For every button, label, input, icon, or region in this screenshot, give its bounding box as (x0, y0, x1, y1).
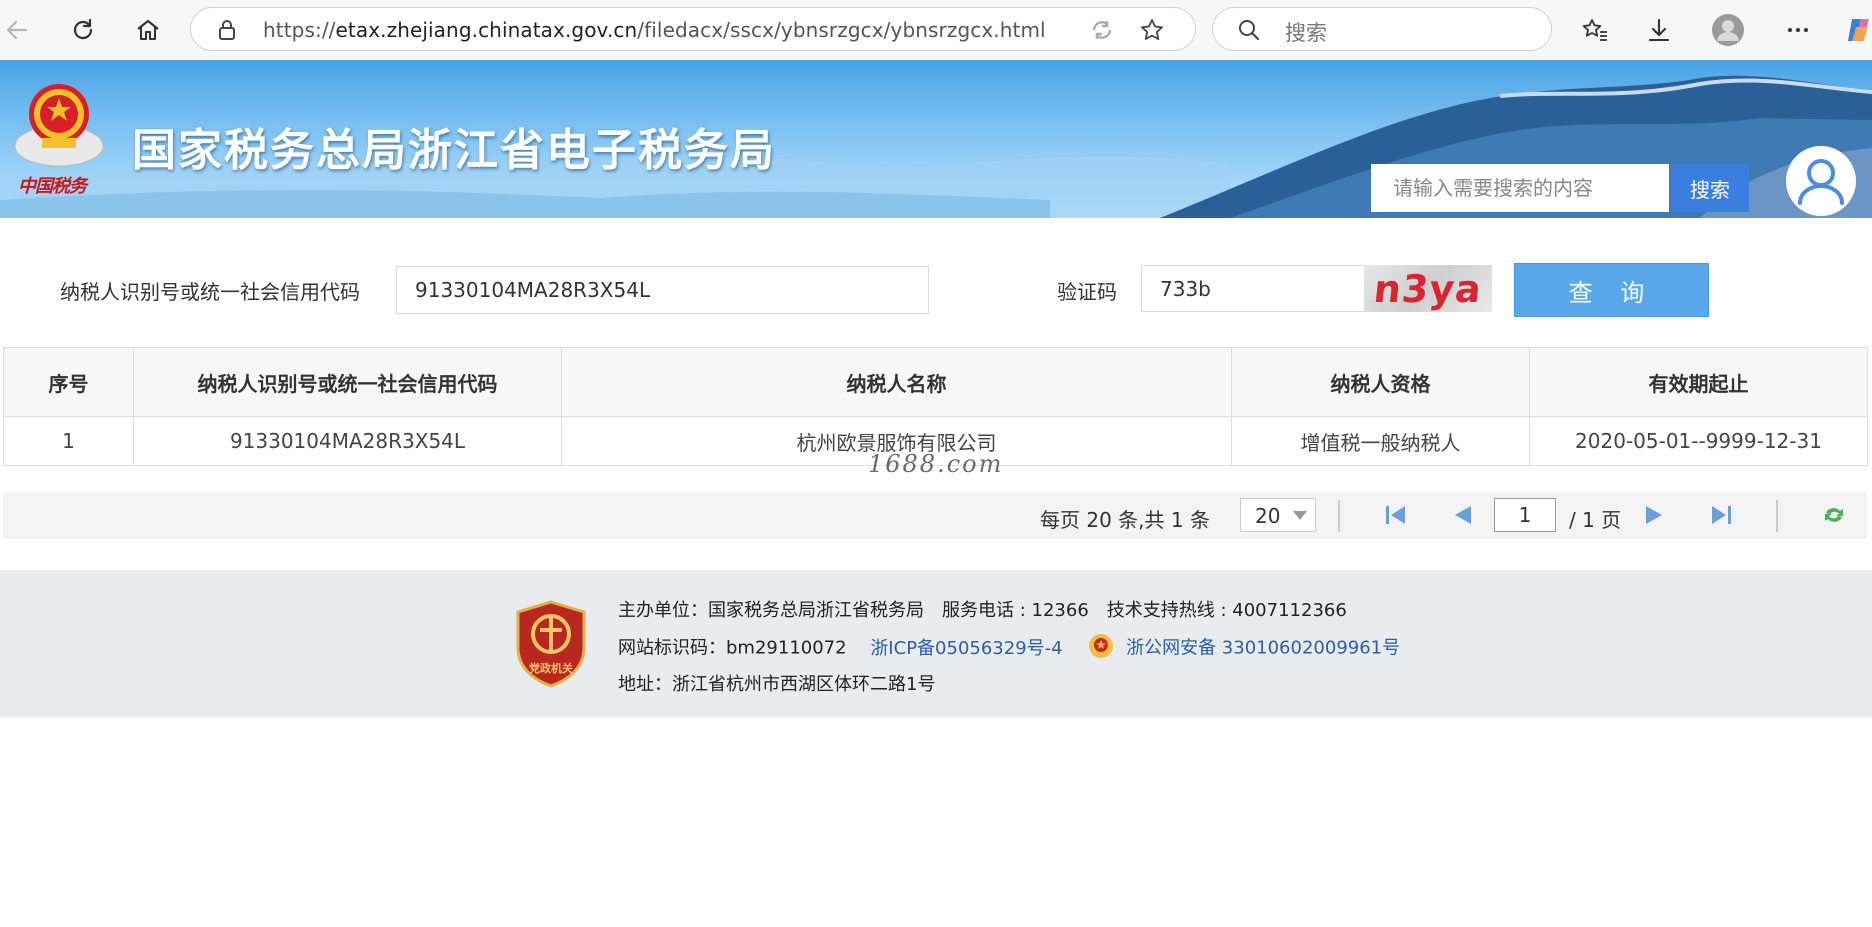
site-footer: 党政机关 主办单位：国家税务总局浙江省税务局 服务电话 : 12366 技术支持… (0, 570, 1872, 717)
pagination-bar: 每页 20 条,共 1 条 20 1 / 1 页 (3, 492, 1867, 539)
site-search-button[interactable]: 搜索 (1671, 164, 1749, 212)
last-page-icon[interactable] (1706, 501, 1736, 529)
page-info-text: 每页 20 条,共 1 条 (1040, 508, 1210, 532)
police-record-link[interactable]: 浙公网安备 33010602009961号 (1126, 638, 1400, 659)
lock-icon[interactable] (217, 19, 237, 45)
taxpayer-code-input[interactable] (396, 266, 929, 314)
site-header-banner: 中国税务 国家税务总局浙江省电子税务局 搜索 登录 (0, 60, 1872, 218)
browser-search-box[interactable]: 搜索 (1212, 7, 1552, 51)
captcha-input[interactable] (1141, 265, 1365, 312)
captcha-image-text: n3ya (1371, 266, 1485, 311)
favorites-icon[interactable] (1578, 13, 1612, 47)
site-title: 国家税务总局浙江省电子税务局 (132, 125, 776, 176)
query-button[interactable]: 查 询 (1514, 263, 1709, 317)
more-options-icon[interactable] (1781, 13, 1815, 47)
results-table: 序号 纳税人识别号或统一社会信用代码 纳税人名称 纳税人资格 有效期起止 1 9… (3, 347, 1868, 466)
browser-toolbar: https://etax.zhejiang.chinatax.gov.cn/fi… (0, 0, 1872, 61)
column-header-qualification: 纳税人资格 (1231, 347, 1530, 417)
police-badge-icon (1088, 633, 1114, 664)
cell-index: 1 (3, 416, 134, 466)
page-size-value: 20 (1255, 504, 1281, 528)
footer-address-line: 地址：浙江省杭州市西湖区体环二路1号 (618, 674, 936, 695)
previous-page-icon[interactable] (1447, 501, 1477, 529)
icp-link[interactable]: 浙ICP备05056329号-4 (870, 638, 1062, 659)
first-page-icon[interactable] (1381, 501, 1411, 529)
url-text[interactable]: https://etax.zhejiang.chinatax.gov.cn/fi… (263, 18, 1046, 42)
brand-script-logo: 中国税务 (18, 176, 87, 197)
next-page-icon[interactable] (1640, 501, 1670, 529)
footer-sponsor-line: 主办单位：国家税务总局浙江省税务局 服务电话 : 12366 技术支持热线 : … (618, 600, 1347, 621)
total-pages-text: / 1 页 (1569, 508, 1622, 532)
national-emblem-icon (14, 84, 104, 167)
back-arrow-icon[interactable] (0, 13, 34, 47)
government-site-badge-icon[interactable]: 党政机关 (514, 600, 588, 688)
pager-divider (1338, 500, 1340, 532)
badge-text: 党政机关 (529, 661, 573, 675)
captcha-image[interactable]: n3ya (1364, 265, 1492, 312)
column-header-validity: 有效期起止 (1529, 347, 1868, 417)
watermark-text: 1688.com (868, 450, 1004, 478)
favorite-star-icon[interactable] (1139, 17, 1165, 43)
chevron-down-icon (1293, 511, 1307, 520)
login-user-icon[interactable] (1786, 146, 1856, 216)
table-header-row: 序号 纳税人识别号或统一社会信用代码 纳税人名称 纳税人资格 有效期起止 (3, 347, 1868, 417)
browser-search-placeholder: 搜索 (1285, 21, 1327, 45)
cell-validity: 2020-05-01--9999-12-31 (1529, 416, 1868, 466)
column-header-index: 序号 (3, 347, 134, 417)
cell-qualification: 增值税一般纳税人 (1231, 416, 1530, 466)
search-icon (1237, 18, 1261, 46)
site-search-input[interactable] (1371, 164, 1669, 212)
profile-avatar-icon[interactable] (1711, 13, 1745, 47)
home-icon[interactable] (131, 13, 165, 47)
refresh-list-icon[interactable] (1819, 501, 1849, 529)
address-bar[interactable]: https://etax.zhejiang.chinatax.gov.cn/fi… (190, 7, 1196, 51)
copilot-icon[interactable] (1842, 13, 1872, 47)
footer-registration-line: 网站标识码：bm29110072 浙ICP备05056329号-4 浙公网安备 … (618, 633, 1400, 664)
page-size-select[interactable]: 20 (1240, 498, 1316, 532)
current-page-input[interactable]: 1 (1494, 498, 1556, 532)
taxpayer-code-label: 纳税人识别号或统一社会信用代码 (60, 280, 360, 304)
refresh-icon[interactable] (66, 13, 100, 47)
site-id-text: 网站标识码：bm29110072 (618, 637, 847, 659)
captcha-label: 验证码 (1057, 280, 1117, 304)
column-header-name: 纳税人名称 (561, 347, 1232, 417)
download-icon[interactable] (1642, 13, 1676, 47)
login-link[interactable]: 登录 (1800, 215, 1844, 218)
column-header-code: 纳税人识别号或统一社会信用代码 (133, 347, 562, 417)
cell-code: 91330104MA28R3X54L (133, 416, 562, 466)
pager-divider (1776, 500, 1778, 532)
translate-icon[interactable] (1089, 17, 1115, 43)
